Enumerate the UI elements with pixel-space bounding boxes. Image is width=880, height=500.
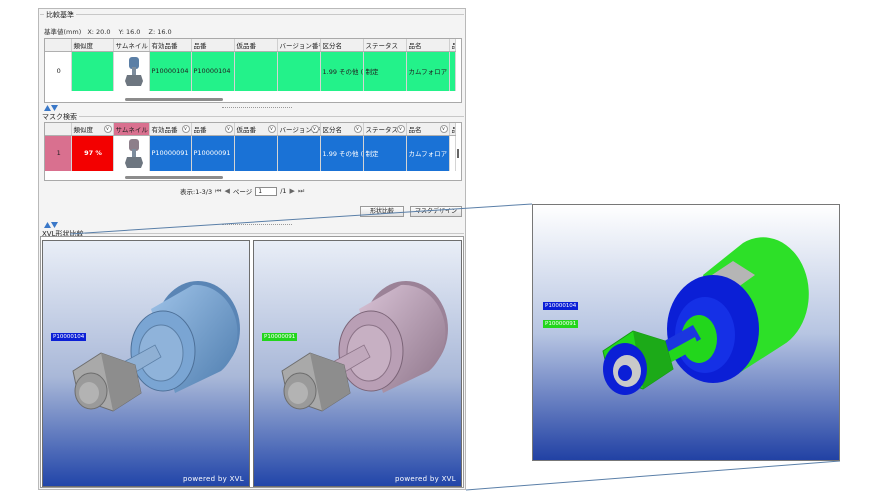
overlay-label-base: P10000104 (543, 302, 579, 310)
cam-follower-overlay-render (533, 205, 839, 460)
overlay-label-compare: P10000091 (543, 320, 579, 328)
overlay-zoom-viewport[interactable]: P10000104 P10000091 (532, 204, 840, 461)
